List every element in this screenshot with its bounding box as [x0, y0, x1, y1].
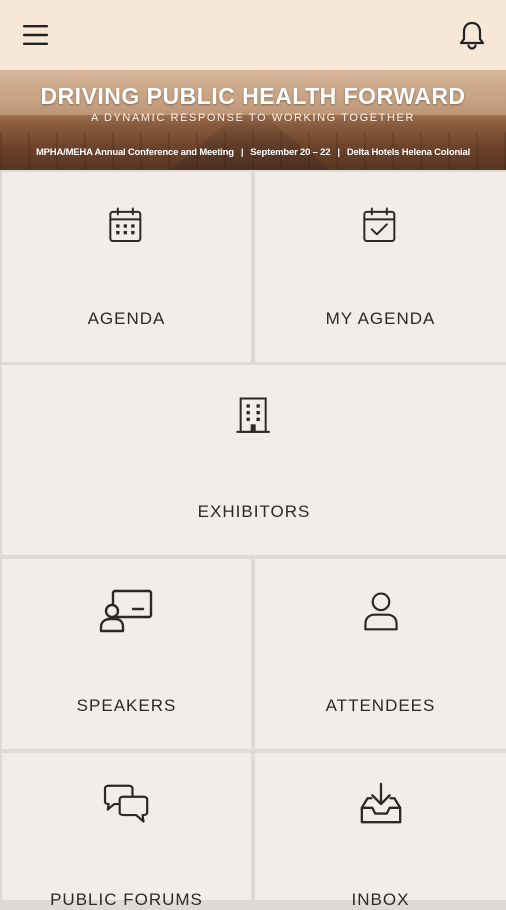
tile-label: EXHIBITORS: [197, 502, 311, 521]
tile-agenda[interactable]: AGENDA: [2, 172, 251, 362]
tile-label: INBOX: [351, 890, 410, 909]
separator: |: [240, 147, 244, 158]
menu-button[interactable]: [22, 22, 50, 48]
tile-my-agenda[interactable]: MY AGENDA: [255, 172, 506, 362]
banner-event-dates: September 20 – 22: [250, 147, 331, 158]
notifications-button[interactable]: [456, 19, 488, 51]
hamburger-menu-icon: [23, 25, 48, 45]
tile-label: SPEAKERS: [76, 696, 177, 715]
building-icon: [236, 397, 270, 433]
banner-event-details: MPHA/MEHA Annual Conference and Meeting |…: [0, 147, 506, 158]
presenter-icon: [99, 589, 152, 633]
tile-attendees[interactable]: ATTENDEES: [255, 559, 506, 749]
bell-icon: [459, 21, 485, 50]
chat-bubbles-icon: [103, 784, 148, 823]
tile-speakers[interactable]: SPEAKERS: [2, 559, 251, 749]
banner-subtitle: A DYNAMIC RESPONSE TO WORKING TOGETHER: [90, 112, 416, 124]
calendar-icon: [108, 207, 141, 242]
tile-label: MY AGENDA: [325, 309, 436, 328]
tile-label: AGENDA: [87, 309, 166, 328]
banner-event-name: MPHA/MEHA Annual Conference and Meeting: [35, 147, 234, 158]
tile-inbox[interactable]: INBOX: [255, 753, 506, 909]
top-app-bar: [0, 0, 506, 70]
tile-label: ATTENDEES: [325, 696, 436, 715]
banner-title: DRIVING PUBLIC HEALTH FORWARD: [40, 83, 466, 109]
inbox-download-icon: [360, 782, 401, 824]
tile-exhibitors[interactable]: EXHIBITORS: [2, 365, 506, 555]
person-icon: [363, 592, 398, 631]
calendar-check-icon: [362, 207, 395, 242]
separator: |: [337, 147, 340, 158]
conference-banner: DRIVING PUBLIC HEALTH FORWARD A DYNAMIC …: [0, 70, 506, 170]
tile-public-forums[interactable]: PUBLIC FORUMS: [2, 753, 251, 909]
tile-label: PUBLIC FORUMS: [50, 890, 203, 909]
feature-grid: AGENDA MY AGENDA EXHIBITORS SPEAKERS ATT…: [0, 170, 506, 909]
banner-event-venue: Delta Hotels Helena Colonial: [346, 147, 471, 158]
